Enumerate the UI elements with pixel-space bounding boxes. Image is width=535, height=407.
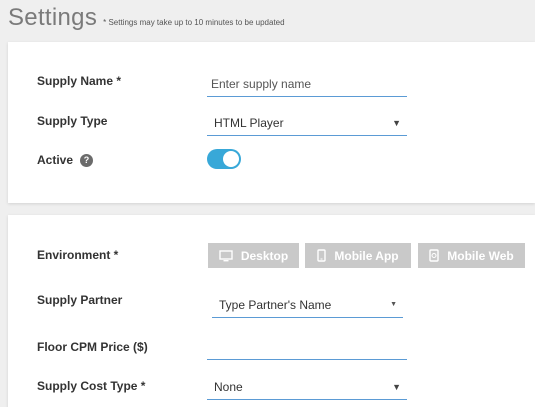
chevron-down-icon: ▼ [390,301,397,308]
chevron-down-icon: ▼ [392,381,401,392]
environment-label: Environment * [37,248,119,262]
environment-mobile-app-label: Mobile App [334,248,399,263]
environment-mobile-web-label: Mobile Web [447,248,514,263]
supply-partner-placeholder: Type Partner's Name [219,297,332,312]
supply-partner-select[interactable]: Type Partner's Name ▼ [212,292,403,318]
supply-partner-label: Supply Partner [37,293,123,307]
environment-mobile-web-button[interactable]: Mobile Web [418,243,525,268]
smartphone-icon [317,249,327,262]
environment-desktop-label: Desktop [240,248,289,263]
supply-type-label: Supply Type [37,114,108,128]
supply-cost-type-value: None [214,379,243,394]
active-label-row: Active ? [37,153,94,167]
environment-desktop-button[interactable]: Desktop [208,243,299,268]
settings-update-note: * Settings may take up to 10 minutes to … [103,18,285,27]
floor-cpm-input[interactable] [207,334,407,360]
supply-cost-type-select[interactable]: None ▼ [207,374,407,400]
active-toggle[interactable] [207,149,241,169]
active-label: Active [37,153,74,167]
chevron-down-icon: ▼ [392,117,401,128]
supply-config-card: Environment * Desktop Mobile App Mobile … [8,215,535,407]
floor-cpm-label: Floor CPM Price ($) [37,340,148,354]
toggle-knob [223,151,239,167]
environment-mobile-app-button[interactable]: Mobile App [305,243,411,268]
general-settings-card: Supply Name * Supply Type HTML Player ▼ … [8,42,535,203]
page-header: Settings * Settings may take up to 10 mi… [8,4,285,38]
page-title: Settings [8,4,98,31]
supply-name-input[interactable] [207,71,407,97]
supply-name-label: Supply Name * [37,74,122,88]
mobile-web-icon [429,249,439,262]
supply-cost-type-label: Supply Cost Type * [37,379,146,393]
supply-type-select[interactable]: HTML Player ▼ [207,110,407,136]
supply-type-value: HTML Player [214,115,284,130]
help-icon[interactable]: ? [80,153,94,167]
monitor-icon [219,249,233,261]
